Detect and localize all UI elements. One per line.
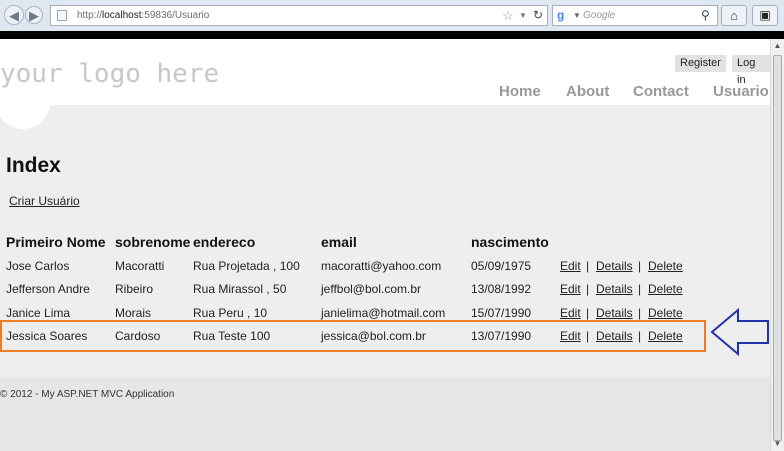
scroll-down-icon[interactable]: ▼ bbox=[771, 437, 784, 451]
addon-icon[interactable]: ▣ bbox=[752, 5, 778, 26]
create-user-link[interactable]: Criar Usuário bbox=[9, 194, 80, 208]
cell-email: jeffbol@bol.com.br bbox=[321, 282, 422, 296]
left-arrow-icon bbox=[710, 307, 769, 357]
cell-email: janielima@hotmail.com bbox=[321, 306, 446, 320]
cell-nome: Jose Carlos bbox=[6, 259, 70, 273]
scroll-thumb[interactable] bbox=[773, 55, 782, 441]
action-separator: | bbox=[638, 259, 642, 273]
action-separator: | bbox=[586, 306, 590, 320]
page-title: Index bbox=[6, 154, 61, 177]
cell-nascimento: 13/08/1992 bbox=[471, 282, 532, 296]
edit-link[interactable]: Edit bbox=[560, 259, 581, 273]
site-header: your logo here Register Log in Home Abou… bbox=[0, 39, 770, 105]
bookmark-star-icon[interactable]: ☆ bbox=[502, 6, 514, 25]
scroll-up-icon[interactable]: ▲ bbox=[771, 39, 784, 53]
google-icon[interactable]: g bbox=[557, 9, 570, 22]
back-button[interactable]: ◀ bbox=[4, 5, 24, 25]
site-footer: © 2012 - My ASP.NET MVC Application bbox=[0, 377, 770, 451]
menu-about[interactable]: About bbox=[566, 83, 609, 100]
details-link[interactable]: Details bbox=[596, 306, 633, 320]
delete-link[interactable]: Delete bbox=[648, 259, 683, 273]
browser-toolbar: ◀ ▶ http://localhost:59836/Usuario ☆ ▼ ↻… bbox=[0, 0, 784, 32]
action-separator: | bbox=[638, 282, 642, 296]
cell-nascimento: 05/09/1975 bbox=[471, 259, 532, 273]
vertical-scrollbar[interactable]: ▲ ▼ bbox=[770, 39, 784, 451]
cell-nome: Janice Lima bbox=[6, 306, 71, 320]
details-link[interactable]: Details bbox=[596, 259, 633, 273]
cell-nascimento: 15/07/1990 bbox=[471, 306, 532, 320]
cell-sobrenome: Ribeiro bbox=[115, 282, 154, 296]
forward-button[interactable]: ▶ bbox=[25, 6, 43, 24]
row-highlight-box bbox=[0, 320, 706, 352]
header-endereco: endereco bbox=[193, 234, 256, 250]
action-separator: | bbox=[586, 282, 590, 296]
history-dropdown-icon[interactable]: ▼ bbox=[519, 6, 527, 25]
cell-endereco: Rua Peru , 10 bbox=[193, 306, 268, 320]
search-box[interactable]: g ▼ Google ⚲ bbox=[552, 5, 718, 26]
footer-copyright: © 2012 - My ASP.NET MVC Application bbox=[0, 389, 175, 400]
logo-decoration bbox=[0, 91, 50, 129]
cell-endereco: Rua Projetada , 100 bbox=[193, 259, 300, 273]
cell-endereco: Rua Mirassol , 50 bbox=[193, 282, 287, 296]
header-primeiro-nome: Primeiro Nome bbox=[6, 234, 106, 250]
delete-link[interactable]: Delete bbox=[648, 306, 683, 320]
url-text: http://localhost:59836/Usuario bbox=[77, 10, 210, 21]
header-sobrenome: sobrenome bbox=[115, 234, 191, 250]
page-icon bbox=[57, 10, 67, 21]
action-separator: | bbox=[586, 259, 590, 273]
menu-contact[interactable]: Contact bbox=[633, 83, 689, 100]
cell-sobrenome: Morais bbox=[115, 306, 152, 320]
edit-link[interactable]: Edit bbox=[560, 306, 581, 320]
header-nascimento: nascimento bbox=[471, 234, 549, 250]
reload-icon[interactable]: ↻ bbox=[533, 6, 543, 25]
action-separator: | bbox=[638, 306, 642, 320]
cell-sobrenome: Macoratti bbox=[115, 259, 165, 273]
home-icon[interactable]: ⌂ bbox=[721, 5, 747, 26]
cell-nome: Jefferson Andre bbox=[6, 282, 90, 296]
edit-link[interactable]: Edit bbox=[560, 282, 581, 296]
menu-home[interactable]: Home bbox=[499, 83, 541, 100]
cell-email: macoratti@yahoo.com bbox=[321, 259, 442, 273]
delete-link[interactable]: Delete bbox=[648, 282, 683, 296]
details-link[interactable]: Details bbox=[596, 282, 633, 296]
page-content: your logo here Register Log in Home Abou… bbox=[0, 39, 770, 451]
header-email: email bbox=[321, 234, 357, 250]
bookmarks-bar bbox=[0, 31, 784, 39]
search-input[interactable]: Google bbox=[583, 6, 615, 25]
search-engine-dropdown-icon[interactable]: ▼ bbox=[573, 6, 581, 25]
search-icon[interactable]: ⚲ bbox=[701, 6, 710, 25]
site-logo[interactable]: your logo here bbox=[0, 59, 219, 89]
address-bar[interactable]: http://localhost:59836/Usuario ☆ ▼ ↻ bbox=[50, 5, 548, 26]
menu-usuario[interactable]: Usuario bbox=[713, 83, 769, 100]
login-link[interactable]: Log in bbox=[732, 55, 770, 86]
register-link[interactable]: Register bbox=[675, 55, 726, 72]
